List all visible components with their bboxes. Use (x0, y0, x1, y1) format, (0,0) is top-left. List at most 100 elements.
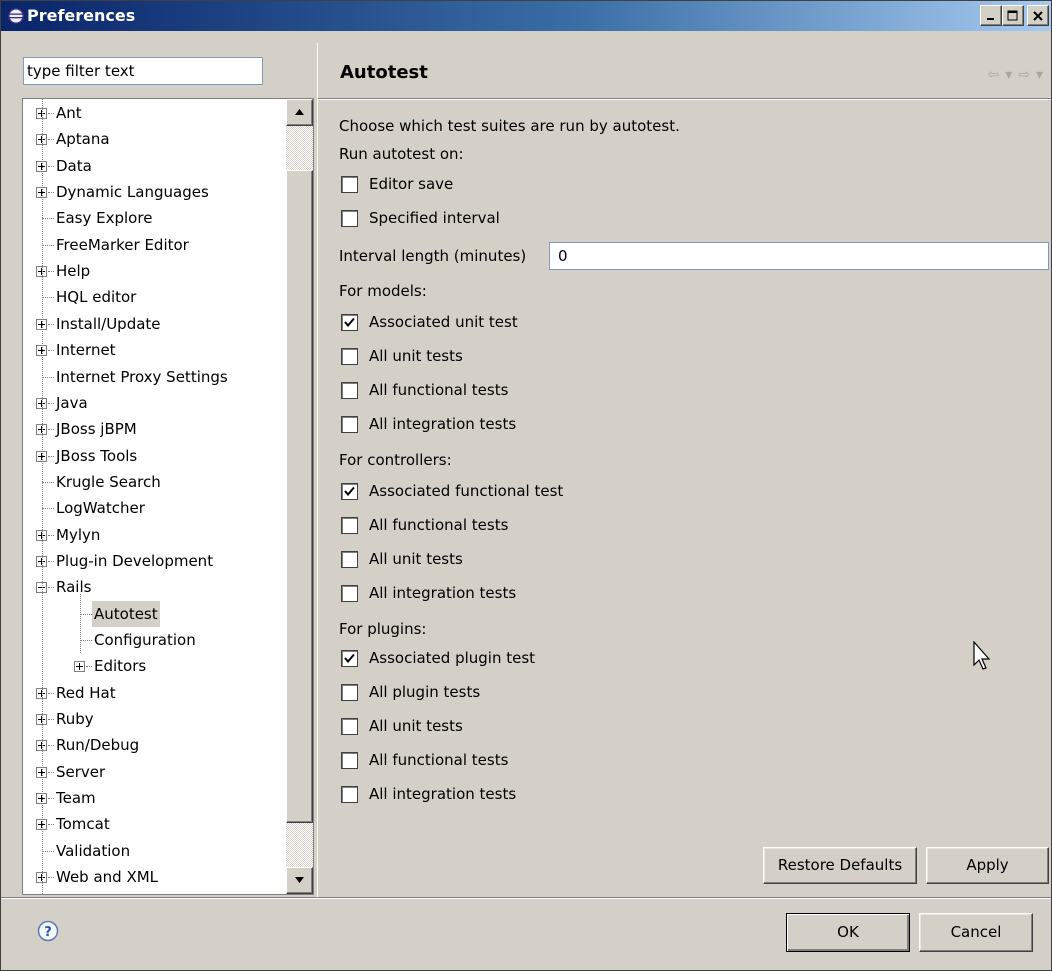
mouse-pointer-icon (973, 641, 991, 670)
tree-item-label: Server (56, 762, 106, 781)
tree-item-label: JBoss jBPM (56, 420, 137, 439)
scroll-down-button[interactable] (286, 867, 313, 894)
ok-button[interactable]: OK (786, 913, 910, 952)
tree-item-label: Team (56, 789, 96, 808)
history-nav[interactable]: ⇦ ▾ ⇨ ▾ (983, 67, 1045, 83)
pane-divider[interactable] (317, 43, 318, 898)
tree-item[interactable]: Krugle Search (23, 469, 285, 495)
tree-item[interactable]: HQL editor (23, 284, 285, 310)
scroll-up-button[interactable] (286, 99, 313, 126)
tree-item-label: JBoss Tools (56, 446, 138, 465)
apply-button[interactable]: Apply (926, 847, 1049, 884)
checkbox-checked[interactable] (341, 314, 358, 331)
tree-item[interactable]: Editors (23, 653, 285, 679)
checkbox[interactable] (341, 348, 358, 365)
back-arrow-icon[interactable]: ⇦ (987, 67, 1001, 83)
checkbox[interactable] (341, 416, 358, 433)
tree-item[interactable]: Help (23, 258, 285, 284)
restore-defaults-button[interactable]: Restore Defaults (763, 847, 917, 884)
tree-item-label: Krugle Search (56, 472, 161, 491)
checkbox-label: Associated unit test (369, 313, 518, 331)
scroll-thumb[interactable] (286, 170, 313, 823)
checkbox[interactable] (341, 176, 358, 193)
tree-item[interactable]: FreeMarker Editor (23, 232, 285, 258)
chevron-down-icon[interactable]: ▾ (1005, 67, 1014, 83)
close-button[interactable] (1027, 5, 1049, 26)
tree-item-label: Validation (56, 841, 131, 860)
tree-item[interactable]: JBoss jBPM (23, 416, 285, 442)
tree-connector (80, 594, 81, 653)
tree-item[interactable]: Configuration (23, 627, 285, 653)
triangle-up-icon (295, 109, 304, 115)
tree-item[interactable]: LogWatcher (23, 495, 285, 521)
tree-item[interactable]: Dynamic Languages (23, 179, 285, 205)
tree-item[interactable]: Data (23, 153, 285, 179)
tree-item[interactable]: Validation (23, 838, 285, 864)
filter-input[interactable]: type filter text (23, 57, 263, 85)
tree-item[interactable]: Red Hat (23, 680, 285, 706)
models-label: For models: (339, 282, 427, 300)
checkbox[interactable] (341, 718, 358, 735)
checkbox[interactable] (341, 517, 358, 534)
tree-item[interactable]: Autotest (23, 600, 285, 627)
cancel-button[interactable]: Cancel (919, 913, 1033, 952)
tree-item-label: Java (56, 393, 88, 412)
checkbox[interactable] (341, 585, 358, 602)
chevron-down-icon[interactable]: ▾ (1036, 67, 1045, 83)
expand-icon[interactable] (74, 661, 85, 673)
checkbox[interactable] (341, 551, 358, 568)
tree-item[interactable]: Ant (23, 100, 285, 126)
tree-item[interactable]: Internet (23, 337, 285, 363)
checkbox-checked[interactable] (341, 483, 358, 500)
checkbox-label: All functional tests (369, 751, 509, 769)
help-icon[interactable]: ? (37, 920, 59, 942)
tree-item-label: Install/Update (56, 314, 161, 333)
checkbox-label: Editor save (369, 175, 454, 193)
tree-connector (80, 640, 92, 641)
checkbox[interactable] (341, 382, 358, 399)
tree-item[interactable]: Aptana (23, 126, 285, 152)
checkbox[interactable] (341, 752, 358, 769)
tree-item[interactable]: Mylyn (23, 522, 285, 548)
tree-item-label: Easy Explore (56, 209, 153, 228)
tree-item[interactable]: Internet Proxy Settings (23, 364, 285, 390)
checkbox-label: All functional tests (369, 381, 509, 399)
page-description: Choose which test suites are run by auto… (339, 117, 680, 135)
tree-item-label: LogWatcher (56, 499, 145, 518)
interval-input[interactable]: 0 (549, 242, 1049, 270)
forward-arrow-icon[interactable]: ⇨ (1018, 67, 1032, 83)
tree-item[interactable]: Run/Debug (23, 732, 285, 758)
tree-item[interactable]: Java (23, 390, 285, 416)
tree-item[interactable]: Ruby (23, 706, 285, 732)
tree-item-label: Ruby (56, 710, 94, 729)
preferences-window: Preferences type filter text Ant Aptana Da… (0, 0, 1052, 971)
tree-item[interactable]: JBoss Tools (23, 443, 285, 469)
controllers-label: For controllers: (339, 451, 452, 469)
checkbox-checked[interactable] (341, 650, 358, 667)
maximize-icon (1007, 10, 1018, 21)
plugins-label: For plugins: (339, 620, 427, 638)
checkbox[interactable] (341, 210, 358, 227)
tree-item[interactable]: Server (23, 759, 285, 785)
tree-item[interactable]: Install/Update (23, 311, 285, 337)
eclipse-icon (8, 8, 24, 24)
tree-item[interactable]: Web and XML (23, 864, 285, 890)
tree-item-label: Internet Proxy Settings (56, 367, 228, 386)
checkbox-label: Associated plugin test (369, 649, 536, 667)
tree-item-label: Ant (56, 104, 82, 122)
tree-scrollbar[interactable] (286, 99, 313, 894)
minimize-button[interactable] (980, 5, 1002, 26)
tree-item[interactable]: Tomcat (23, 811, 285, 837)
maximize-button[interactable] (1002, 5, 1024, 26)
title-bar[interactable]: Preferences (1, 1, 1051, 31)
checkbox[interactable] (341, 786, 358, 803)
tree-item[interactable]: Team (23, 785, 285, 811)
tree-item-label: Help (56, 262, 91, 281)
preference-tree: Ant Aptana Data Dynamic Languages Easy Explo… (22, 98, 314, 895)
page-title: Autotest (340, 62, 428, 83)
tree-item[interactable]: Rails (23, 574, 285, 600)
tree-item[interactable]: Plug-in Development (23, 548, 285, 574)
page-header: Autotest ⇦ ▾ ⇨ ▾ (318, 43, 1051, 99)
tree-item[interactable]: Easy Explore (23, 205, 285, 231)
checkbox[interactable] (341, 684, 358, 701)
